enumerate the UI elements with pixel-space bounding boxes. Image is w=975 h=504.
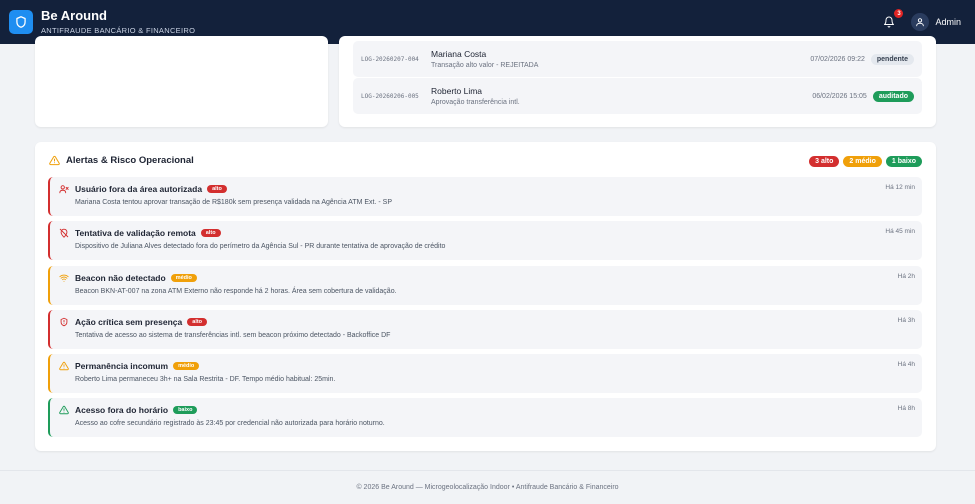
alert-time: Há 4h	[897, 361, 915, 368]
severity-badge: alto	[207, 185, 227, 193]
alert-item[interactable]: Acesso fora do horário baixo Acesso ao c…	[48, 398, 922, 437]
severity-badge: alto	[187, 318, 208, 326]
log-id: LOG-20260207-004	[361, 55, 419, 63]
brand: Be Around ANTIFRAUDE BANCÁRIO & FINANCEI…	[41, 8, 196, 36]
status-badge: auditado	[872, 90, 914, 102]
log-description: Transação alto valor - REJEITADA	[431, 62, 539, 69]
alert-description: Beacon BKN-AT-007 na zona ATM Externo nã…	[75, 288, 397, 295]
severity-badge: alto	[200, 229, 221, 237]
footer: © 2026 Be Around — Microgeolocalização I…	[0, 470, 975, 504]
count-badge-baixo: 1 baixo	[885, 156, 922, 167]
alert-time: Há 3h	[897, 317, 915, 324]
count-badge-alto: 3 alto	[809, 156, 840, 167]
alert-description: Roberto Lima permaneceu 3h+ na Sala Rest…	[75, 376, 336, 383]
log-row[interactable]: LOG-20260207-004 Mariana Costa Transação…	[353, 41, 922, 77]
alert-description: Dispositivo de Juliana Alves detectado f…	[75, 243, 446, 250]
wifi-icon	[59, 274, 69, 282]
alert-item[interactable]: Tentativa de validação remota alto Dispo…	[48, 221, 922, 260]
warning-icon	[49, 155, 60, 166]
severity-badge: médio	[173, 362, 200, 370]
alert-time: Há 8h	[897, 405, 915, 412]
log-user-name: Mariana Costa	[431, 49, 487, 59]
alert-description: Mariana Costa tentou aprovar transação d…	[75, 199, 392, 206]
map-pin-off-icon	[59, 228, 69, 238]
alert-title: Ação crítica sem presença	[75, 317, 183, 327]
severity-badge: baixo	[173, 406, 198, 414]
status-badge: pendente	[870, 53, 914, 65]
app-subtitle: ANTIFRAUDE BANCÁRIO & FINANCEIRO	[41, 26, 196, 35]
log-row[interactable]: LOG-20260206-005 Roberto Lima Aprovação …	[353, 78, 922, 114]
avatar	[911, 13, 930, 31]
alert-title: Usuário fora da área autorizada	[75, 184, 203, 194]
alert-time: Há 12 min	[885, 184, 915, 191]
alert-item[interactable]: Beacon não detectado médio Beacon BKN-AT…	[48, 266, 922, 305]
alert-time: Há 2h	[897, 273, 915, 280]
log-timestamp: 07/02/2026 09:22	[810, 55, 865, 63]
app-title: Be Around	[41, 8, 107, 23]
alert-title: Permanência incomum	[75, 361, 169, 371]
log-id: LOG-20260206-005	[361, 92, 419, 100]
footer-text: © 2026 Be Around — Microgeolocalização I…	[356, 484, 619, 491]
notifications-button[interactable]: 3	[881, 9, 904, 30]
alert-description: Tentativa de acesso ao sistema de transf…	[75, 332, 391, 339]
shield-logo-icon[interactable]	[9, 10, 33, 34]
notification-count-badge: 3	[894, 9, 904, 18]
severity-badge: médio	[170, 274, 197, 282]
alert-time: Há 45 min	[885, 228, 915, 235]
alert-description: Acesso ao cofre secundário registrado às…	[75, 420, 385, 427]
left-panel-card	[35, 36, 328, 127]
user-menu[interactable]: Admin	[911, 13, 961, 31]
user-icon	[916, 18, 925, 27]
alert-title: Acesso fora do horário	[75, 405, 169, 415]
alert-item[interactable]: Permanência incomum médio Roberto Lima p…	[48, 354, 922, 393]
shield-alert-icon	[60, 317, 68, 327]
alert-title: Tentativa de validação remota	[75, 228, 196, 238]
log-timestamp: 06/02/2026 15:05	[812, 92, 867, 100]
log-user-name: Roberto Lima	[431, 86, 483, 96]
warning-icon	[59, 361, 69, 371]
warning-icon	[59, 405, 69, 415]
log-description: Aprovação transferência intl.	[431, 99, 520, 106]
bell-icon	[884, 16, 895, 28]
audit-log-card: LOG-20260207-004 Mariana Costa Transação…	[339, 36, 936, 127]
alert-item[interactable]: Ação crítica sem presença alto Tentativa…	[48, 310, 922, 349]
alerts-card: Alertas & Risco Operacional 3 alto 2 méd…	[35, 142, 936, 451]
alert-title: Beacon não detectado	[75, 273, 166, 283]
user-x-icon	[59, 185, 69, 194]
alerts-title: Alertas & Risco Operacional	[66, 155, 194, 166]
user-name: Admin	[935, 17, 961, 27]
count-badge-medio: 2 médio	[843, 156, 882, 167]
alert-item[interactable]: Usuário fora da área autorizada alto Mar…	[48, 177, 922, 216]
